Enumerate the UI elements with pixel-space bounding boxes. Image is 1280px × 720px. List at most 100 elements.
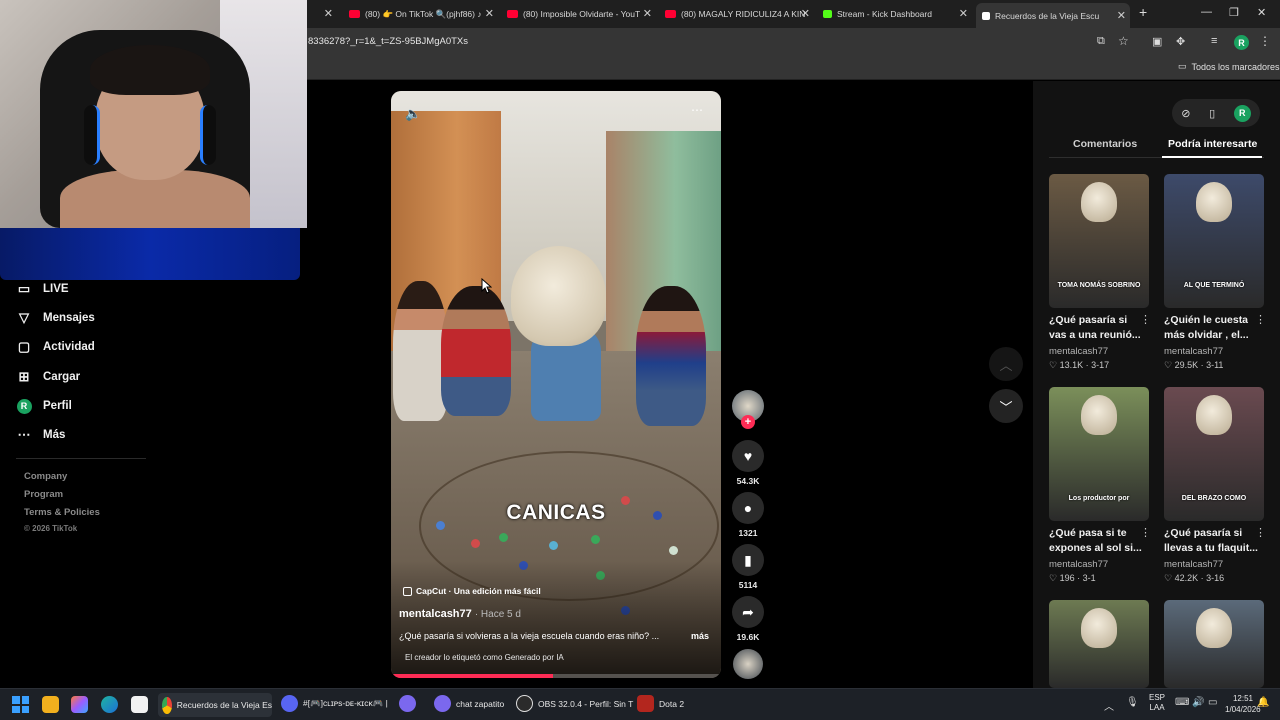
share-button[interactable]: ➦ [732,596,764,628]
card-title[interactable]: ¿Qué pasaría si vas a una reunió... [1049,313,1143,343]
card-menu-icon[interactable]: ⋮ [1255,313,1266,326]
next-video-button[interactable]: ﹀ [989,389,1023,423]
close-icon[interactable]: ✕ [324,7,333,20]
media-control-icon[interactable]: ≡ [1211,35,1217,47]
browser-tab[interactable]: (80) MAGALY RIDICULIZ4 A KIN ✕ [665,4,810,24]
footer-link-company[interactable]: Company [24,471,67,482]
share-icon: ➦ [742,603,754,620]
card-thumbnail[interactable]: DEL BRAZO COMO [1164,387,1264,521]
browser-tab[interactable]: (80) Imposible Olvidarte - YouT ✕ [507,4,652,24]
card-author[interactable]: mentalcash77 [1164,559,1223,570]
close-icon[interactable]: ✕ [643,7,652,20]
card-thumbnail[interactable]: AL QUE TERMINÓ [1164,174,1264,308]
browser-tab[interactable]: (80) 👉 On TikTok 🔍(pjhf86) ♪ ✕ [349,4,494,24]
video-player[interactable]: CANICAS 🔈 ⋯ CapCut · Una edición más fác… [391,91,721,678]
card-menu-icon[interactable]: ⋮ [1140,313,1151,326]
card-menu-icon[interactable]: ⋮ [1255,526,1266,539]
edge-icon[interactable] [101,696,118,713]
footer-link-program[interactable]: Program [24,489,63,500]
card-menu-icon[interactable]: ⋮ [1140,526,1151,539]
card-author[interactable]: mentalcash77 [1049,346,1108,357]
close-icon[interactable]: ✕ [801,7,810,20]
taskbar-app-chat[interactable]: chat zapatito [434,695,504,712]
battery-icon[interactable]: ▭ [1208,697,1217,708]
url-field[interactable]: 8336278?_r=1&_t=ZS-95BJMgA0TXs [308,36,468,47]
card-thumbnail[interactable] [1164,600,1264,688]
save-count: 5114 [738,580,758,590]
avatar[interactable]: R [1233,104,1251,122]
device-icon[interactable]: ▯ [1209,107,1215,120]
new-tab-icon[interactable]: + [1139,4,1147,20]
close-icon[interactable]: ✕ [485,7,494,20]
card-author[interactable]: mentalcash77 [1164,346,1223,357]
more-button[interactable]: más [691,631,719,641]
tab-title: (80) 👉 On TikTok 🔍(pjhf86) ♪ [365,8,482,19]
card-title[interactable]: ¿Qué pasaría si llevas a tu flaquit... [1164,526,1258,556]
card-title[interactable]: ¿Qué pasa si te expones al sol si... [1049,526,1143,556]
video-options-icon[interactable]: ⋯ [691,103,703,117]
sidebar-item-upload[interactable]: ⊞ Cargar [16,365,81,389]
tab-comments[interactable]: Comentarios [1073,138,1137,150]
card-thumbnail[interactable]: TOMA NOMÁS SOBRINO [1049,174,1149,308]
sidebar-item-profile[interactable]: R Perfil [16,394,72,418]
save-button[interactable]: ▮ [732,544,764,576]
card-thumbnail[interactable] [1049,600,1149,688]
browser-tab[interactable]: Stream - Kick Dashboard ✕ [823,4,968,24]
clock[interactable]: 12:51 1/04/2026 [1225,693,1261,715]
volume-icon[interactable]: 🔊 [1192,697,1204,708]
file-explorer-icon[interactable] [42,696,59,713]
sidebar-item-live[interactable]: ▭ LIVE [16,277,69,301]
video-scene-skull [511,246,606,346]
taskbar-app-obs[interactable]: OBS 32.0.4 - Perfil: Sin T [516,695,633,712]
browser-menu-icon[interactable]: ⋮ [1259,34,1271,48]
ai-generated-label: El creador lo etiquetó como Generado por… [405,653,564,662]
tray-expand-icon[interactable]: ︿ [1104,698,1114,713]
comment-button[interactable]: ● [732,492,764,524]
profile-avatar[interactable]: R [1234,35,1249,50]
streamer-hair [90,45,210,95]
taskbar-app-dota[interactable]: Dota 2 [637,695,684,712]
store-icon[interactable] [131,696,148,713]
tab-suggested[interactable]: Podría interesarte [1168,138,1257,150]
video-progress-bar[interactable] [391,674,721,678]
card-caption: TOMA NOMÁS SOBRINO [1057,282,1141,289]
all-bookmarks[interactable]: ▭ Todos los marcadores [1178,61,1280,72]
copilot-icon[interactable] [71,696,88,713]
browser-tab-partial[interactable]: l ✕ [303,4,333,24]
card-author[interactable]: mentalcash77 [1049,559,1108,570]
window-close-icon[interactable]: ✕ [1257,6,1266,19]
sidebar-item-activity[interactable]: ▢ Actividad [16,335,95,359]
capcut-anchor[interactable]: CapCut · Una edición más fácil [403,586,541,596]
music-disc-avatar[interactable] [733,649,763,679]
taskbar-app-chrome[interactable]: Recuerdos de la Vieja Es [158,693,272,717]
like-button[interactable]: ♥ [732,440,764,472]
close-icon[interactable]: ✕ [1117,9,1126,22]
follow-button[interactable]: + [741,415,755,429]
sidebar-item-messages[interactable]: ▽ Mensajes [16,306,95,330]
microphone-icon[interactable]: 🎙 [1126,697,1139,708]
language-indicator[interactable]: ESP LAA [1149,693,1165,713]
browser-tab-active[interactable]: Recuerdos de la Vieja Escu ✕ [976,3,1130,28]
sidebar-item-more[interactable]: ⋯ Más [16,423,66,447]
video-author[interactable]: mentalcash77 · Hace 5 d [399,608,521,620]
extensions-icon[interactable]: ✥ [1176,35,1185,48]
volume-icon[interactable]: 🔈 [405,106,421,122]
footer-link-terms[interactable]: Terms & Policies [24,507,100,518]
reading-mode-icon[interactable]: ▣ [1152,35,1162,48]
close-icon[interactable]: ✕ [959,7,968,20]
bookmark-star-icon[interactable]: ☆ [1118,34,1129,48]
minimize-icon[interactable]: — [1201,6,1212,18]
notifications-icon[interactable]: 🔔 [1257,697,1269,708]
install-app-icon[interactable]: ⧉ [1097,35,1105,48]
previous-video-button[interactable]: ︿ [989,347,1023,381]
explore-icon[interactable]: ⊘ [1181,107,1190,120]
network-icon[interactable]: ⌨ [1175,697,1189,708]
taskbar-app-discord[interactable]: #[🎮]ᴄʟɪᴘs-ᴅᴇ-ᴋɪᴄᴋ🎮 | [281,695,388,712]
card-thumbnail[interactable]: Los productor por [1049,387,1149,521]
start-button[interactable] [12,696,29,713]
tab-title: Stream - Kick Dashboard [837,9,932,19]
author-name[interactable]: mentalcash77 [399,608,472,620]
card-title[interactable]: ¿Quién le cuesta más olvidar , el... [1164,313,1258,343]
restore-icon[interactable]: ❐ [1229,6,1239,19]
taskbar-app-twitch-tool[interactable] [399,695,421,712]
